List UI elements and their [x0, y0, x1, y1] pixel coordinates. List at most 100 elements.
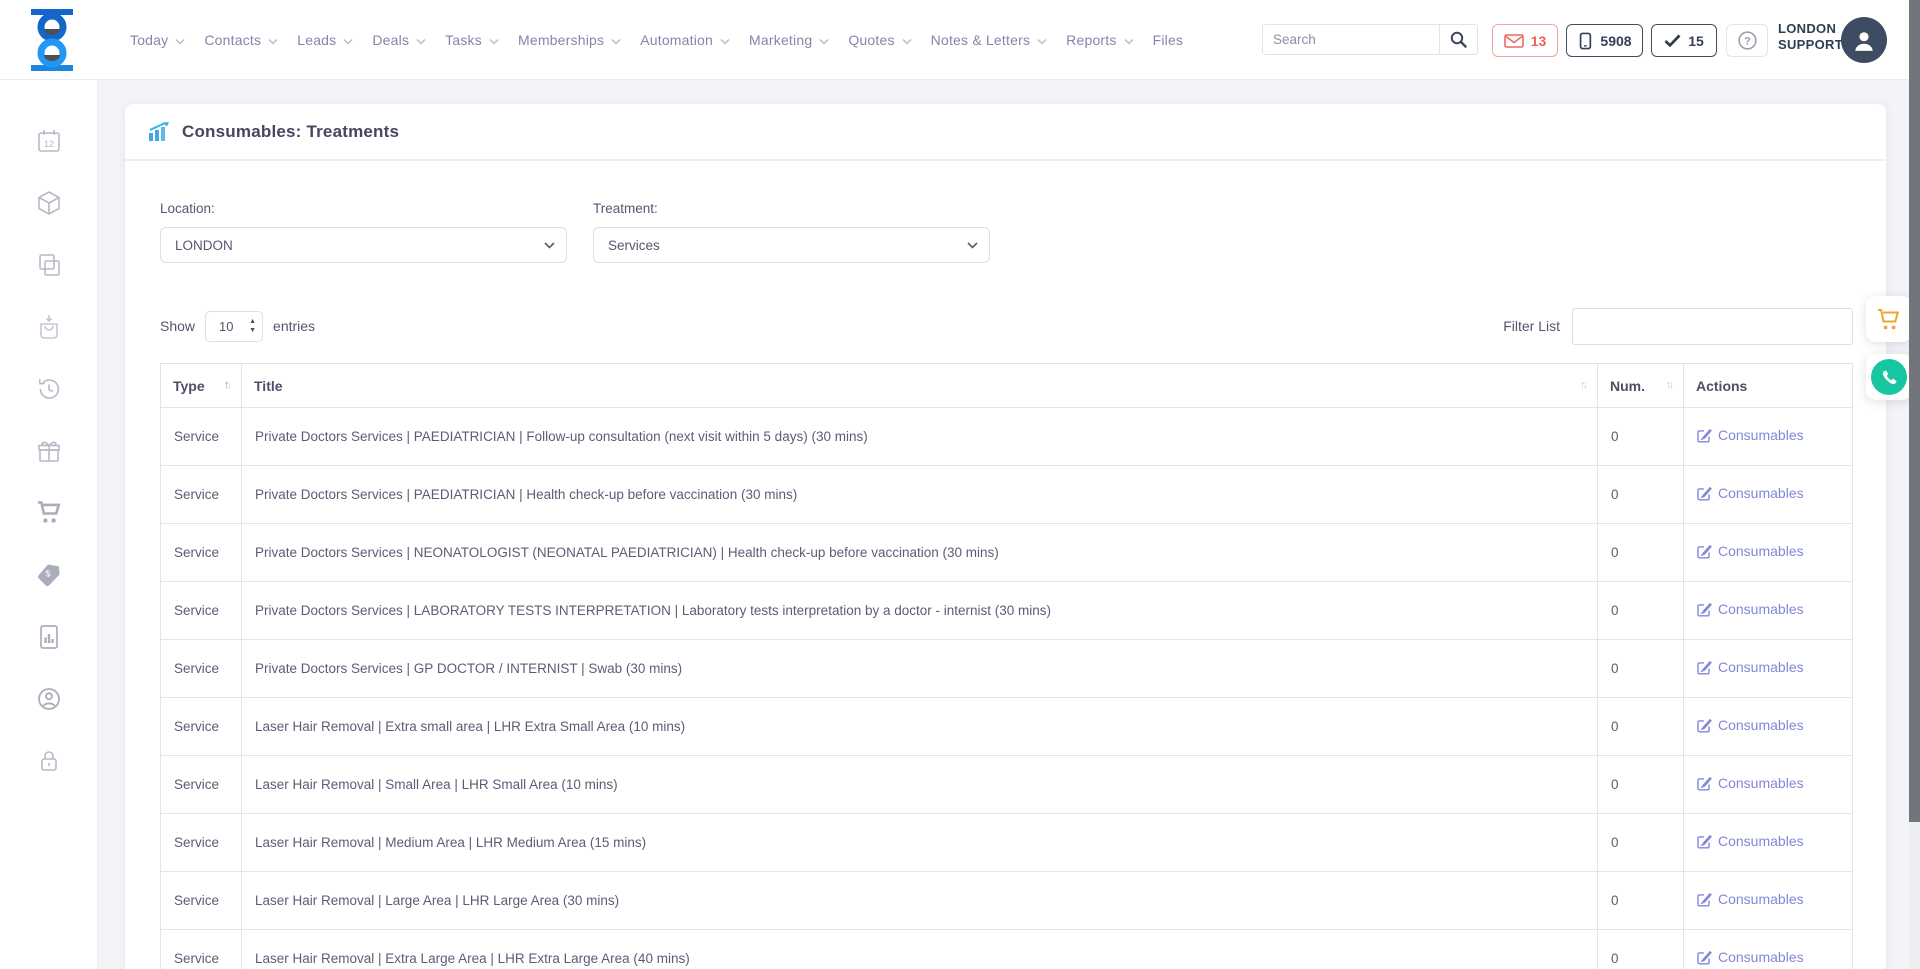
- num-cell: 0: [1598, 698, 1684, 756]
- calls-badge[interactable]: 5908: [1566, 24, 1643, 57]
- nav-item-quotes[interactable]: Quotes: [848, 32, 911, 48]
- copy-icon[interactable]: [34, 250, 64, 280]
- gift-icon[interactable]: [34, 436, 64, 466]
- scrollbar[interactable]: [1909, 0, 1920, 969]
- consumables-label: Consumables: [1718, 833, 1804, 849]
- tasks-badge[interactable]: 15: [1651, 24, 1717, 57]
- nav-item-label: Contacts: [204, 32, 261, 48]
- consumables-link[interactable]: Consumables: [1697, 891, 1804, 907]
- nav-item-files[interactable]: Files: [1153, 32, 1184, 48]
- consumables-link[interactable]: Consumables: [1697, 775, 1804, 791]
- app-logo[interactable]: [26, 9, 78, 71]
- filter-list-input[interactable]: [1572, 308, 1853, 345]
- location-select[interactable]: LONDON: [160, 227, 567, 263]
- column-header-actions: Actions: [1684, 364, 1853, 408]
- actions-cell: Consumables: [1684, 524, 1853, 582]
- nav-item-leads[interactable]: Leads: [297, 32, 353, 48]
- title-cell: Private Doctors Services | GP DOCTOR / I…: [242, 640, 1598, 698]
- nav-item-contacts[interactable]: Contacts: [204, 32, 278, 48]
- consumables-link[interactable]: Consumables: [1697, 543, 1804, 559]
- title-cell: Laser Hair Removal | Extra Large Area | …: [242, 930, 1598, 969]
- chevron-down-icon: [343, 38, 353, 45]
- search-button[interactable]: [1439, 25, 1477, 54]
- card-title-bar: Consumables: Treatments: [125, 104, 1886, 161]
- shopping-bag-icon[interactable]: [34, 312, 64, 342]
- title-cell: Laser Hair Removal | Large Area | LHR La…: [242, 872, 1598, 930]
- nav-item-deals[interactable]: Deals: [372, 32, 426, 48]
- table-row: ServicePrivate Doctors Services | LABORA…: [161, 582, 1853, 640]
- user-name[interactable]: LONDON SUPPORT: [1778, 21, 1843, 54]
- nav-item-label: Deals: [372, 32, 409, 48]
- history-icon[interactable]: [34, 374, 64, 404]
- consumables-label: Consumables: [1718, 775, 1804, 791]
- actions-cell: Consumables: [1684, 466, 1853, 524]
- messages-count: 13: [1531, 33, 1547, 49]
- column-header-num[interactable]: Num. ↑↓: [1598, 364, 1684, 408]
- price-tag-icon[interactable]: $: [34, 560, 64, 590]
- main-nav: Today Contacts Leads Deals Tasks Memberships A…: [130, 0, 1202, 80]
- hourglass-logo-icon: [26, 9, 78, 71]
- consumables-link[interactable]: Consumables: [1697, 601, 1804, 617]
- user-icon: [1851, 28, 1877, 52]
- nav-item-automation[interactable]: Automation: [640, 32, 730, 48]
- column-header-title[interactable]: Title ↑↓: [242, 364, 1598, 408]
- user-name-line2: SUPPORT: [1778, 37, 1843, 53]
- consumables-label: Consumables: [1718, 949, 1804, 965]
- chevron-down-icon: [819, 38, 829, 45]
- help-button[interactable]: ?: [1726, 24, 1768, 57]
- chart-icon: [148, 122, 170, 141]
- page-title: Consumables: Treatments: [182, 122, 399, 142]
- svg-text:?: ?: [1744, 35, 1751, 47]
- sort-icon: ↑↓: [1666, 379, 1671, 391]
- actions-cell: Consumables: [1684, 408, 1853, 466]
- nav-item-memberships[interactable]: Memberships: [518, 32, 621, 48]
- treatment-label: Treatment:: [593, 201, 990, 216]
- table-row: ServiceLaser Hair Removal | Extra small …: [161, 698, 1853, 756]
- search-input[interactable]: [1263, 25, 1439, 54]
- nav-item-today[interactable]: Today: [130, 32, 185, 48]
- page-size-select[interactable]: 10: [205, 311, 263, 342]
- consumables-link[interactable]: Consumables: [1697, 717, 1804, 733]
- column-header-type[interactable]: Type ↑↓: [161, 364, 242, 408]
- chevron-down-icon: [175, 38, 185, 45]
- lock-icon[interactable]: [34, 746, 64, 776]
- filters-row: Location: LONDON Treatment: Services: [160, 201, 1853, 263]
- title-cell: Private Doctors Services | NEONATOLOGIST…: [242, 524, 1598, 582]
- nav-item-marketing[interactable]: Marketing: [749, 32, 829, 48]
- treatment-select[interactable]: Services: [593, 227, 990, 263]
- nav-item-reports[interactable]: Reports: [1066, 32, 1133, 48]
- type-cell: Service: [161, 524, 242, 582]
- edit-icon: [1697, 428, 1712, 443]
- messages-badge[interactable]: 13: [1492, 24, 1558, 57]
- consumables-link[interactable]: Consumables: [1697, 833, 1804, 849]
- num-cell: 0: [1598, 756, 1684, 814]
- cart-fab-button[interactable]: [1866, 296, 1912, 342]
- title-cell: Private Doctors Services | PAEDIATRICIAN…: [242, 466, 1598, 524]
- type-cell: Service: [161, 408, 242, 466]
- question-mark-icon: ?: [1737, 30, 1758, 51]
- nav-item-notes-letters[interactable]: Notes & Letters: [931, 32, 1048, 48]
- account-icon[interactable]: [34, 684, 64, 714]
- scrollbar-thumb[interactable]: [1909, 0, 1920, 822]
- title-cell: Private Doctors Services | LABORATORY TE…: [242, 582, 1598, 640]
- consumables-link[interactable]: Consumables: [1697, 949, 1804, 965]
- calendar-icon[interactable]: 12: [34, 126, 64, 156]
- cart-icon[interactable]: [34, 498, 64, 528]
- consumables-label: Consumables: [1718, 543, 1804, 559]
- nav-item-label: Notes & Letters: [931, 32, 1031, 48]
- table-row: ServicePrivate Doctors Services | NEONAT…: [161, 524, 1853, 582]
- phone-fab-button[interactable]: [1866, 354, 1912, 400]
- nav-item-label: Memberships: [518, 32, 604, 48]
- consumables-link[interactable]: Consumables: [1697, 659, 1804, 675]
- user-avatar[interactable]: [1841, 17, 1887, 63]
- sort-icon: ↑↓: [1580, 379, 1585, 391]
- num-cell: 0: [1598, 408, 1684, 466]
- sort-icon: ↑↓: [224, 379, 229, 391]
- type-cell: Service: [161, 466, 242, 524]
- consumables-link[interactable]: Consumables: [1697, 485, 1804, 501]
- consumables-link[interactable]: Consumables: [1697, 427, 1804, 443]
- chevron-down-icon: [489, 38, 499, 45]
- nav-item-tasks[interactable]: Tasks: [445, 32, 499, 48]
- report-icon[interactable]: [34, 622, 64, 652]
- package-icon[interactable]: [34, 188, 64, 218]
